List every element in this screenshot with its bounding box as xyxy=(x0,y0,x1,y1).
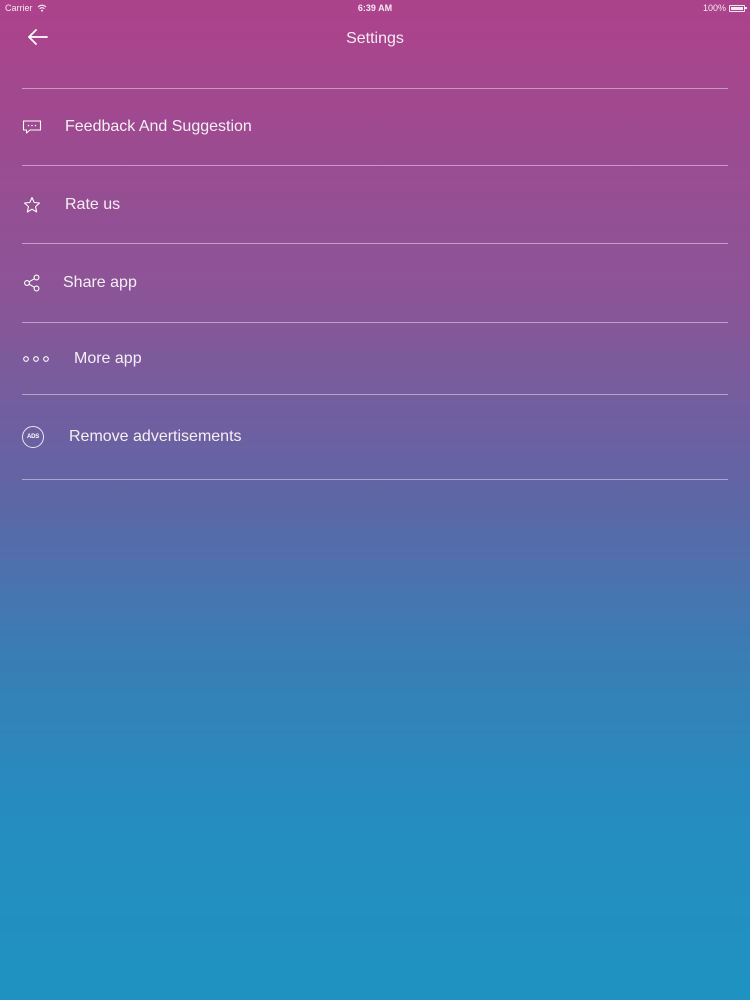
menu-item-label: Share app xyxy=(63,274,137,291)
ads-icon: ADS xyxy=(22,426,44,448)
menu-item-label: Rate us xyxy=(65,195,121,213)
status-time: 6:39 AM xyxy=(357,3,393,13)
menu-item-feedback[interactable]: Feedback And Suggestion xyxy=(22,89,728,166)
ads-icon-text: ADS xyxy=(26,434,40,440)
star-icon xyxy=(22,195,42,215)
menu-item-remove-ads[interactable]: ADS Remove advertisements xyxy=(22,395,728,480)
battery-icon xyxy=(729,4,747,12)
more-dots-icon xyxy=(22,349,50,369)
menu-item-share-app[interactable]: Share app xyxy=(22,244,728,323)
chat-bubble-icon xyxy=(22,117,42,137)
menu-item-label: Remove advertisements xyxy=(69,428,242,445)
status-bar: Carrier 6:39 AM 100% xyxy=(0,0,750,16)
page-title: Settings xyxy=(346,30,404,47)
share-icon xyxy=(22,273,42,293)
menu-item-rate-us[interactable]: Rate us xyxy=(22,166,728,244)
menu-item-label: More app xyxy=(74,349,142,367)
menu-item-more-app[interactable]: More app xyxy=(22,323,728,395)
battery-percentage: 100% xyxy=(702,3,726,13)
nav-bar: Settings xyxy=(0,16,750,66)
menu-item-label: Feedback And Suggestion xyxy=(65,118,252,135)
settings-menu: Feedback And Suggestion Rate us Share ap… xyxy=(22,88,728,480)
status-right: 100% xyxy=(702,3,747,13)
